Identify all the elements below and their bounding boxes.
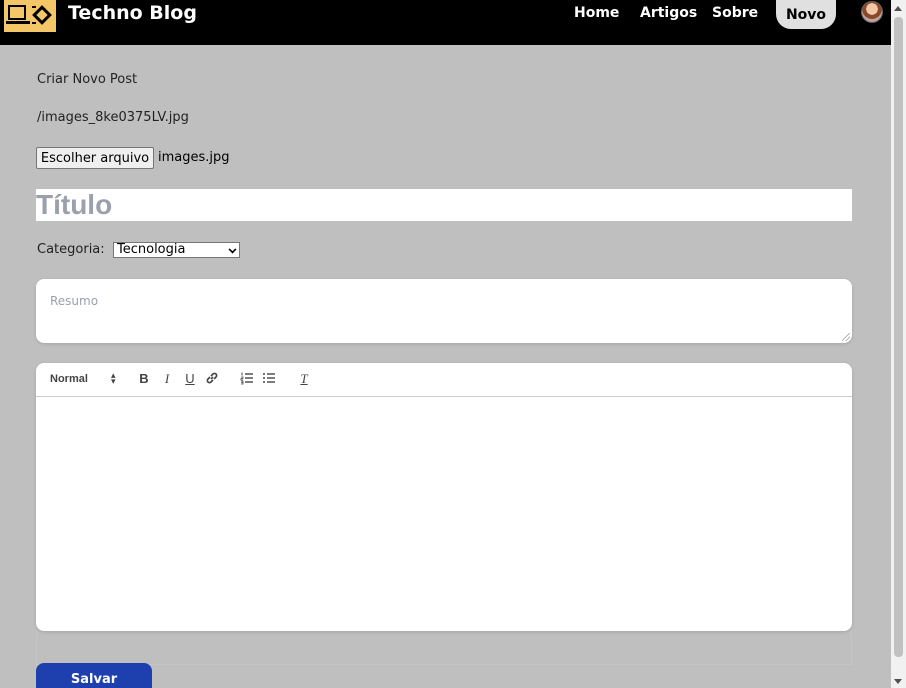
summary-placeholder: Resumo: [50, 294, 99, 308]
navbar: Techno Blog Home Artigos Sobre Novo: [0, 0, 891, 45]
underline-button[interactable]: U: [181, 371, 199, 386]
image-path-text: /images_8ke0375LV.jpg: [37, 110, 189, 125]
selected-file-name: images.jpg: [158, 150, 230, 165]
category-selected-value: Tecnologia: [117, 242, 186, 257]
ordered-list-button[interactable]: [238, 371, 256, 388]
bullet-list-button[interactable]: [260, 371, 278, 388]
editor-toolbar: Normal ▴ ▾ B I U T: [36, 363, 852, 397]
select-arrows-icon: ▴ ▾: [111, 371, 116, 387]
nav-sobre-link[interactable]: Sobre: [712, 5, 758, 21]
save-button[interactable]: Salvar: [36, 663, 152, 688]
vertical-scrollbar[interactable]: [891, 0, 906, 688]
link-button[interactable]: [203, 371, 221, 388]
resize-grip-icon[interactable]: [842, 333, 850, 341]
chevron-down-icon: [228, 245, 237, 254]
bullet-list-icon: [263, 373, 275, 383]
clear-format-button[interactable]: T: [295, 371, 313, 387]
ordered-list-icon: [240, 372, 253, 385]
editor-footer-area: [36, 631, 852, 665]
brand-logo[interactable]: [4, 0, 56, 32]
choose-file-button[interactable]: Escolher arquivo: [36, 147, 154, 169]
nav-home-link[interactable]: Home: [574, 5, 619, 21]
title-input[interactable]: [36, 189, 852, 221]
bold-button[interactable]: B: [135, 371, 153, 386]
user-avatar-icon[interactable]: [861, 1, 883, 23]
category-label: Categoria:: [37, 242, 105, 257]
rich-text-editor[interactable]: Normal ▴ ▾ B I U T: [36, 363, 852, 631]
category-select[interactable]: Tecnologia: [113, 242, 240, 258]
page-heading: Criar Novo Post: [37, 72, 138, 87]
format-select[interactable]: Normal: [50, 373, 120, 385]
scroll-down-arrow-icon[interactable]: [894, 679, 902, 684]
laptop-chip-icon: [6, 5, 52, 25]
link-icon: [206, 372, 218, 384]
scrollbar-thumb[interactable]: [894, 17, 903, 657]
brand-title[interactable]: Techno Blog: [68, 2, 197, 24]
summary-textarea[interactable]: Resumo: [36, 279, 852, 343]
scroll-up-arrow-icon[interactable]: [894, 6, 902, 11]
nav-artigos-link[interactable]: Artigos: [640, 5, 697, 21]
nav-novo-button[interactable]: Novo: [776, 0, 836, 29]
italic-button[interactable]: I: [158, 371, 176, 387]
